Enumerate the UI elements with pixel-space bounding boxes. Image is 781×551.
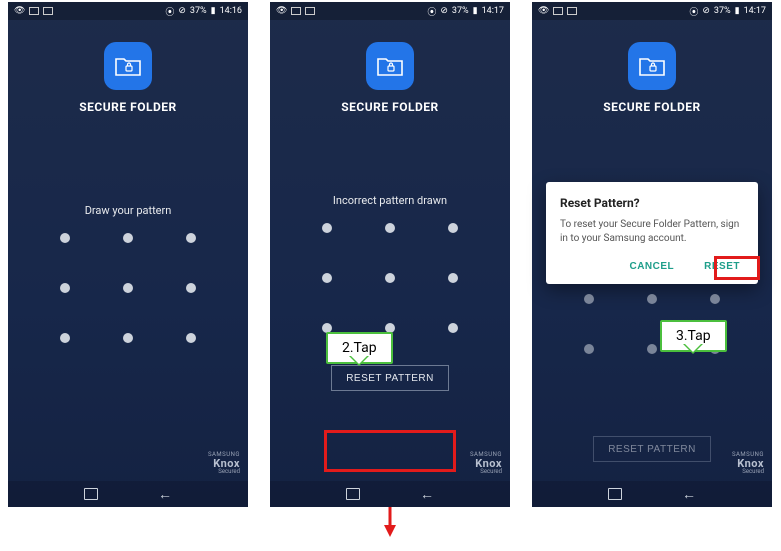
pattern-dot[interactable] — [123, 233, 133, 243]
wifi-icon: ⦿ — [427, 5, 436, 18]
dialog-title: Reset Pattern? — [560, 196, 744, 210]
no-sim-icon: ⊘ — [178, 6, 186, 16]
knox-sub: Secured — [470, 469, 502, 475]
eye-off-icon: 👁 — [276, 6, 287, 16]
pattern-dot[interactable] — [385, 223, 395, 233]
knox-sub: Secured — [732, 469, 764, 475]
annotation-arrow-down-icon — [389, 507, 392, 527]
annotation-callout-3: 3.Tap — [660, 320, 727, 352]
battery-text: 37% — [452, 6, 469, 16]
battery-icon: ▮ — [211, 6, 216, 16]
status-icon — [567, 7, 577, 15]
pattern-dot[interactable] — [186, 233, 196, 243]
secure-folder-icon — [104, 42, 152, 90]
nav-bar: ← — [8, 481, 248, 507]
back-icon[interactable]: ← — [420, 486, 434, 503]
knox-badge: SAMSUNG Knox Secured — [208, 452, 240, 475]
wifi-icon: ⦿ — [689, 5, 698, 18]
app-title: SECURE FOLDER — [603, 100, 700, 114]
knox-badge: SAMSUNG Knox Secured — [732, 452, 764, 475]
pattern-dot[interactable] — [322, 273, 332, 283]
back-icon[interactable]: ← — [682, 486, 696, 503]
battery-text: 37% — [714, 6, 731, 16]
knox-badge: SAMSUNG Knox Secured — [470, 452, 502, 475]
screen-incorrect: 👁 ⦿ ⊘ 37% ▮ 14:17 SECURE FOLDER Incorrec… — [270, 2, 510, 507]
annotation-highlight-box — [324, 430, 456, 472]
app-title: SECURE FOLDER — [79, 100, 176, 114]
no-sim-icon: ⊘ — [702, 6, 710, 16]
back-icon[interactable]: ← — [158, 486, 172, 503]
battery-icon: ▮ — [473, 6, 478, 16]
pattern-dot — [647, 294, 657, 304]
pattern-dot[interactable] — [186, 283, 196, 293]
nav-bar: ← — [532, 481, 772, 507]
dialog-body: To reset your Secure Folder Pattern, sig… — [560, 218, 744, 245]
status-icon — [553, 7, 563, 15]
pattern-dot[interactable] — [448, 223, 458, 233]
pattern-dot — [647, 344, 657, 354]
pattern-dot[interactable] — [123, 283, 133, 293]
pattern-dot[interactable] — [385, 273, 395, 283]
eye-off-icon: 👁 — [14, 6, 25, 16]
clock-text: 14:17 — [744, 6, 766, 16]
battery-icon: ▮ — [735, 6, 740, 16]
pattern-dot[interactable] — [60, 333, 70, 343]
pattern-dot — [710, 294, 720, 304]
reset-pattern-dialog: Reset Pattern? To reset your Secure Fold… — [546, 182, 758, 284]
status-bar: 👁 ⦿ ⊘ 37% ▮ 14:16 — [8, 2, 248, 20]
nav-bar: ← — [270, 481, 510, 507]
recent-apps-icon[interactable] — [346, 488, 360, 500]
reset-pattern-button: RESET PATTERN — [593, 436, 711, 462]
status-icon — [43, 7, 53, 15]
pattern-dot[interactable] — [448, 323, 458, 333]
pattern-dot[interactable] — [123, 333, 133, 343]
secure-folder-icon — [628, 42, 676, 90]
app-title: SECURE FOLDER — [341, 100, 438, 114]
annotation-callout-2: 2.Tap — [326, 332, 393, 364]
pattern-grid[interactable] — [315, 223, 465, 333]
pattern-dot[interactable] — [186, 333, 196, 343]
status-bar: 👁 ⦿ ⊘ 37% ▮ 14:17 — [532, 2, 772, 20]
eye-off-icon: 👁 — [538, 6, 549, 16]
screen-reset-dialog: 👁 ⦿ ⊘ 37% ▮ 14:17 SECURE FOLDER Reset Pa… — [532, 2, 772, 507]
no-sim-icon: ⊘ — [440, 6, 448, 16]
dialog-cancel-button[interactable]: CANCEL — [625, 259, 678, 274]
pattern-prompt: Draw your pattern — [8, 204, 248, 217]
clock-text: 14:17 — [482, 6, 504, 16]
secure-folder-icon — [366, 42, 414, 90]
status-icon — [305, 7, 315, 15]
pattern-dot — [584, 294, 594, 304]
pattern-dot[interactable] — [322, 223, 332, 233]
annotation-arrow-down-icon — [384, 525, 396, 537]
pattern-prompt: Incorrect pattern drawn — [270, 194, 510, 207]
screen-initial: 👁 ⦿ ⊘ 37% ▮ 14:16 SECURE FOLDER Draw you… — [8, 2, 248, 507]
clock-text: 14:16 — [220, 6, 242, 16]
pattern-dot[interactable] — [448, 273, 458, 283]
pattern-dot[interactable] — [60, 233, 70, 243]
recent-apps-icon[interactable] — [608, 488, 622, 500]
knox-brand: SAMSUNG — [208, 452, 240, 458]
status-icon — [29, 7, 39, 15]
wifi-icon: ⦿ — [165, 5, 174, 18]
status-bar: 👁 ⦿ ⊘ 37% ▮ 14:17 — [270, 2, 510, 20]
pattern-dot[interactable] — [60, 283, 70, 293]
dialog-reset-button[interactable]: RESET — [700, 259, 744, 274]
pattern-dot — [584, 344, 594, 354]
battery-text: 37% — [190, 6, 207, 16]
pattern-grid[interactable] — [53, 233, 203, 343]
knox-brand: SAMSUNG — [732, 452, 764, 458]
status-icon — [291, 7, 301, 15]
recent-apps-icon[interactable] — [84, 488, 98, 500]
knox-brand: SAMSUNG — [470, 452, 502, 458]
knox-sub: Secured — [208, 469, 240, 475]
